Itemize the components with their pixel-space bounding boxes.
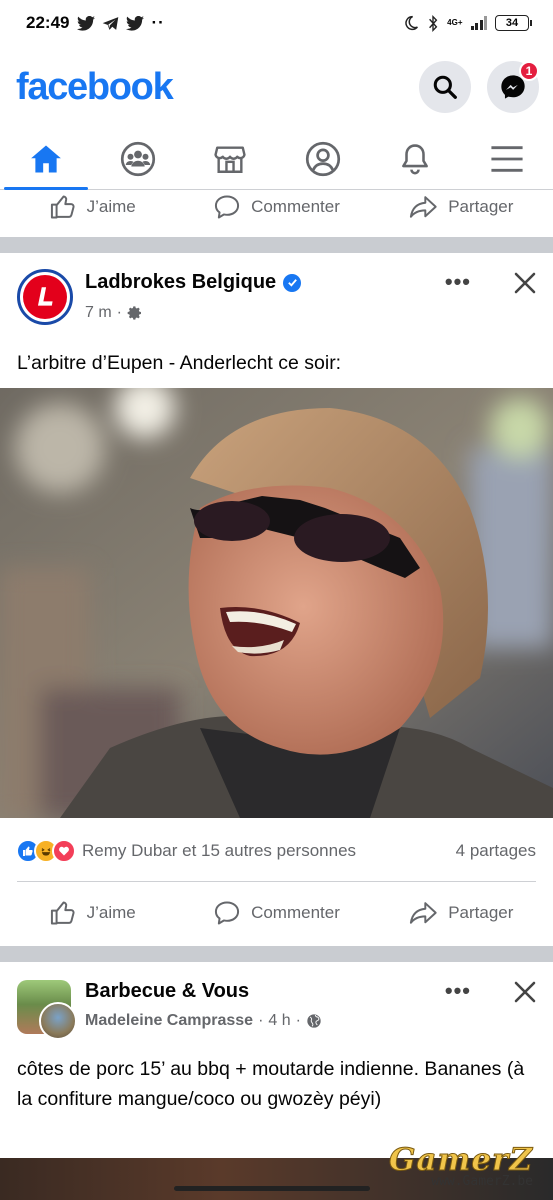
network-type-label: 4G+ xyxy=(447,18,463,27)
post-meta: Madeleine Camprasse · 4 h · xyxy=(85,1012,322,1030)
love-reaction-icon xyxy=(52,839,76,863)
post-actions: J’aime Commenter Partager xyxy=(0,893,553,933)
share-button[interactable]: Partager xyxy=(369,193,553,221)
close-icon xyxy=(514,981,536,1003)
tab-home[interactable] xyxy=(0,128,92,190)
home-gesture-bar xyxy=(174,1186,370,1191)
share-arrow-icon xyxy=(410,902,437,924)
battery-level: 34 xyxy=(505,17,519,29)
status-notification-icons: ·· xyxy=(77,13,164,33)
post-time[interactable]: 7 m xyxy=(85,304,112,322)
comment-label: Commenter xyxy=(251,197,340,216)
thumbs-up-icon xyxy=(50,901,75,925)
share-arrow-icon xyxy=(410,196,437,218)
reactions-summary[interactable]: Remy Dubar et 15 autres personnes xyxy=(82,841,356,861)
reaction-icons xyxy=(16,839,76,863)
search-button[interactable] xyxy=(419,61,471,113)
comment-label: Commenter xyxy=(251,903,340,922)
post-barbecue-header: Barbecue & Vous Madeleine Camprasse · 4 … xyxy=(0,962,553,1162)
share-label: Partager xyxy=(448,903,514,922)
search-icon xyxy=(433,75,457,99)
comment-bubble-icon xyxy=(215,195,240,219)
post-author[interactable]: Ladbrokes Belgique xyxy=(85,271,302,294)
twitter-icon xyxy=(77,15,96,31)
messenger-button[interactable]: 1 xyxy=(487,61,539,113)
post-divider xyxy=(17,881,536,882)
like-label: J’aime xyxy=(86,197,136,216)
home-icon xyxy=(31,145,61,172)
watermark-brand: GamerZ xyxy=(388,1142,533,1179)
main-tab-bar xyxy=(0,128,553,190)
comment-button[interactable]: Commenter xyxy=(184,193,368,221)
tab-notifications[interactable] xyxy=(369,128,461,189)
watermark: GamerZ www.GamerZ.be xyxy=(388,1142,533,1190)
barbecue-group-avatar[interactable] xyxy=(17,980,77,1040)
feed-separator xyxy=(0,237,553,253)
groups-icon xyxy=(121,141,156,176)
profile-icon xyxy=(305,141,340,176)
twitter-icon-2 xyxy=(126,15,145,31)
share-button[interactable]: Partager xyxy=(369,899,553,927)
tab-menu[interactable] xyxy=(461,128,553,189)
bell-icon xyxy=(401,143,428,174)
author-name[interactable]: Ladbrokes Belgique xyxy=(85,271,276,294)
gear-icon xyxy=(127,306,141,320)
status-bar: 22:49 ·· 4G+ 34 xyxy=(0,0,553,46)
post-photo[interactable] xyxy=(0,388,553,818)
ladbrokes-logo-icon xyxy=(37,287,53,306)
share-label: Partager xyxy=(448,197,514,216)
hamburger-menu-icon xyxy=(491,145,523,172)
poster-name[interactable]: Madeleine Camprasse xyxy=(85,1012,253,1030)
post-options-icon[interactable]: ••• xyxy=(445,269,471,295)
signal-strength-icon xyxy=(470,16,487,30)
tab-marketplace[interactable] xyxy=(184,128,276,189)
verified-badge-icon xyxy=(283,273,302,292)
hide-post-button[interactable] xyxy=(513,271,537,300)
post-reactions-row[interactable]: Remy Dubar et 15 autres personnes 4 part… xyxy=(16,836,536,866)
close-icon xyxy=(514,272,536,294)
shares-count[interactable]: 4 partages xyxy=(456,841,536,861)
post-options-icon[interactable]: ••• xyxy=(445,978,471,1004)
comment-bubble-icon xyxy=(215,901,240,925)
bluetooth-icon xyxy=(429,14,438,32)
post-time[interactable]: 4 h xyxy=(268,1012,290,1030)
battery-icon: 34 xyxy=(495,15,532,31)
messenger-unread-badge: 1 xyxy=(519,61,539,81)
ladbrokes-avatar[interactable] xyxy=(17,269,73,325)
telegram-icon xyxy=(103,16,119,30)
status-system-icons: 4G+ 34 xyxy=(403,14,532,32)
like-button[interactable]: J’aime xyxy=(0,899,184,927)
tab-profile[interactable] xyxy=(277,128,369,189)
app-header: facebook 1 xyxy=(0,46,553,128)
post-text: L’arbitre d’Eupen - Anderlecht ce soir: xyxy=(17,352,342,374)
previous-post-actions: J’aime Commenter Partager xyxy=(0,187,553,227)
post-ladbrokes-header: Ladbrokes Belgique 7 m · ••• L’arbitre d… xyxy=(0,253,553,383)
status-time: 22:49 xyxy=(26,13,70,32)
post-meta: 7 m · xyxy=(85,304,143,322)
like-label: J’aime xyxy=(86,903,136,922)
do-not-disturb-moon-icon xyxy=(405,15,419,31)
marketplace-icon xyxy=(214,145,247,173)
feed-separator xyxy=(0,946,553,962)
comment-button[interactable]: Commenter xyxy=(184,899,368,927)
tab-groups[interactable] xyxy=(92,128,184,189)
more-notifications-icon: ·· xyxy=(151,13,165,32)
group-name[interactable]: Barbecue & Vous xyxy=(85,980,249,1003)
facebook-logo[interactable]: facebook xyxy=(16,66,174,109)
globe-icon xyxy=(307,1014,321,1028)
hide-post-button[interactable] xyxy=(513,980,537,1009)
like-button[interactable]: J’aime xyxy=(0,193,184,221)
laughing-man-photo xyxy=(0,388,553,818)
member-avatar[interactable] xyxy=(39,1002,77,1040)
thumbs-up-icon xyxy=(50,195,75,219)
post-text: côtes de porc 15’ au bbq + moutarde indi… xyxy=(17,1058,525,1110)
